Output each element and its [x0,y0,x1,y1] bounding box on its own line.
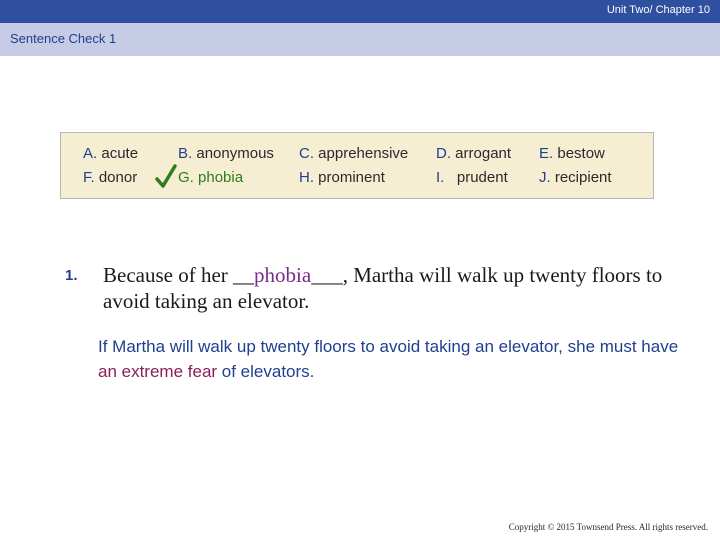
explanation-highlight: an extreme fear [98,362,218,381]
word-letter: C. [299,145,314,162]
explanation-before: If Martha will walk up twenty floors to … [98,337,679,356]
word-letter: J. [539,169,551,186]
word-text: arrogant [455,145,512,162]
word-letter: D. [436,145,451,162]
word-text: donor [98,169,138,186]
word-bank-item-c: C. apprehensive [299,145,408,162]
word-bank-item-j: J. recipient [539,169,612,186]
word-letter: H. [299,169,314,186]
word-bank-box [60,132,654,199]
word-text: prudent [456,169,508,186]
word-bank-item-a: A. acute [83,145,138,162]
section-title: Sentence Check 1 [10,31,117,46]
word-text: apprehensive [318,145,409,162]
word-text: recipient [554,169,612,186]
question-sentence: Because of her __phobia___, Martha will … [103,262,683,314]
checkmark-icon [155,164,177,188]
word-text: anonymous [196,145,274,162]
word-text: phobia [198,169,244,186]
word-text: acute [101,145,139,162]
word-letter: G. [178,169,194,186]
word-bank-item-g-selected: G. phobia [178,169,243,186]
copyright-notice: Copyright © 2015 Townsend Press. All rig… [508,522,708,532]
word-text: prominent [318,169,385,186]
chapter-label: Unit Two/ Chapter 10 [606,4,710,16]
word-letter: B. [178,145,193,162]
word-bank-item-d: D. arrogant [436,145,511,162]
word-bank-item-f: F. donor [83,169,137,186]
title-band: Sentence Check 1 [0,23,720,56]
question-number: 1. [65,267,78,284]
explanation-after: of elevators. [217,362,315,381]
sentence-before: Because of her __ [103,263,255,287]
word-letter: A. [83,145,98,162]
word-letter: F. [83,169,95,186]
word-bank-item-b: B. anonymous [178,145,274,162]
word-text: bestow [557,145,605,162]
word-bank-item-i: I. prudent [436,169,508,186]
explanation-text: If Martha will walk up twenty floors to … [98,334,698,384]
filled-answer: phobia [254,263,312,287]
word-bank-item-e: E. bestow [539,145,605,162]
word-letter: I. [436,169,445,186]
top-bar: Unit Two/ Chapter 10 [0,0,720,23]
word-letter: E. [539,145,554,162]
word-bank-item-h: H. prominent [299,169,385,186]
